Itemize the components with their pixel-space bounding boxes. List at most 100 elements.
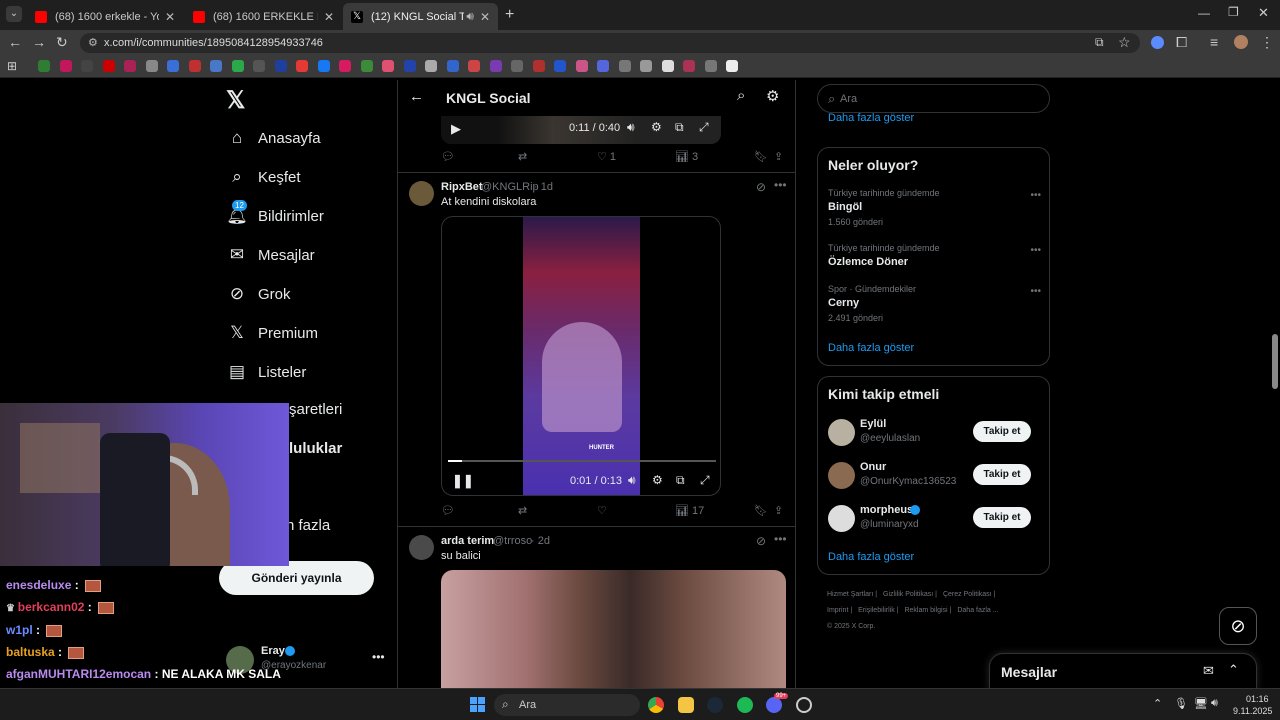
spotify-icon[interactable] <box>737 697 753 713</box>
back-arrow-icon[interactable]: ← <box>409 88 424 105</box>
more-icon[interactable]: ••• <box>1030 245 1041 256</box>
bookmark-favicon-icon[interactable] <box>38 60 50 72</box>
chrome-icon[interactable] <box>648 697 664 713</box>
bookmark-favicon-icon[interactable] <box>81 60 93 72</box>
bookmark-favicon-icon[interactable] <box>274 60 287 72</box>
grok-icon[interactable]: ⊘ <box>756 534 766 548</box>
collapse-icon[interactable]: ⌃ <box>1228 662 1239 678</box>
follow-button[interactable]: Takip et <box>973 421 1031 442</box>
bookmark-favicon-icon[interactable] <box>468 60 480 72</box>
follow-item[interactable]: morpheus @luminaryxd Takip et <box>828 503 1041 535</box>
settings-icon[interactable]: ⚙︎ <box>652 473 663 487</box>
settings-icon[interactable]: ⚙︎ <box>651 120 662 134</box>
close-window-button[interactable]: ✕ <box>1258 5 1269 21</box>
nav-item-messages[interactable]: ✉︎ Mesajlar <box>226 245 315 265</box>
follow-item[interactable]: Eylül @eeylulaslan Takip et <box>828 417 1041 449</box>
nav-item-communities[interactable]: luluklar <box>289 440 342 457</box>
bookmark-icon[interactable]: 🔖︎ <box>754 504 768 517</box>
follow-item[interactable]: Onur @OnurKymac136523 Takip et <box>828 460 1041 492</box>
post-image[interactable] <box>441 570 786 688</box>
avatar[interactable] <box>409 181 434 206</box>
bookmark-favicon-icon[interactable] <box>382 60 394 72</box>
bookmark-favicon-icon[interactable] <box>59 60 72 72</box>
close-tab-icon[interactable]: ✕ <box>480 10 490 24</box>
site-info-icon[interactable]: ⚙︎ <box>88 36 98 49</box>
avatar[interactable] <box>1234 35 1248 49</box>
bookmark-favicon-icon[interactable] <box>661 60 674 72</box>
new-tab-button[interactable]: + <box>505 6 514 24</box>
browser-tab-active[interactable]: 𝕏 (12) KNGL Social Topluluk / 🔊︎ ✕ <box>343 3 498 30</box>
avatar[interactable] <box>409 535 434 560</box>
bookmark-favicon-icon[interactable] <box>425 60 437 72</box>
clock-date[interactable]: 9.11.2025 <box>1233 706 1272 716</box>
bookmark-favicon-icon[interactable] <box>339 60 351 72</box>
video-player[interactable]: ▶ 0:11 / 0:40 🔊︎ ⚙︎ ⧉ ⤢ <box>441 116 721 144</box>
tray-chevron-icon[interactable]: ⌃ <box>1153 697 1162 710</box>
fullscreen-icon[interactable]: ⤢ <box>700 473 710 488</box>
post-button[interactable]: Gönderi yayınla <box>219 561 374 595</box>
show-more-link[interactable]: Daha fazla göster <box>828 551 914 563</box>
avatar[interactable] <box>828 462 855 489</box>
pip-icon[interactable]: ⧉ <box>676 473 685 488</box>
trend-item[interactable]: Spor · Gündemdekiler Cerny 2.491 gönderi… <box>828 284 1043 323</box>
clock-time[interactable]: 01:16 <box>1246 694 1269 704</box>
share-icon[interactable]: ⇪ <box>774 150 783 163</box>
bookmark-favicon-icon[interactable] <box>296 60 308 72</box>
search-icon[interactable]: ⌕ <box>737 87 745 104</box>
bookmark-icon[interactable]: 🔖︎ <box>754 150 768 163</box>
fullscreen-icon[interactable]: ⤢ <box>699 120 709 135</box>
more-icon[interactable]: ••• <box>1030 286 1041 297</box>
bookmark-favicon-icon[interactable] <box>210 60 222 72</box>
maximize-button[interactable]: ❐ <box>1228 5 1239 19</box>
x-logo-icon[interactable]: 𝕏 <box>226 86 245 115</box>
grok-icon[interactable]: ⊘ <box>756 180 766 194</box>
settings-icon[interactable]: ⚙︎ <box>766 87 779 105</box>
bookmark-favicon-icon[interactable] <box>102 60 115 72</box>
back-icon[interactable]: ← <box>8 34 22 50</box>
close-tab-icon[interactable]: ✕ <box>324 10 334 24</box>
bookmark-favicon-icon[interactable] <box>360 60 373 72</box>
tab-search-icon[interactable]: ⌄ <box>6 6 22 22</box>
nav-item-notifications[interactable]: 🔔︎ 12 Bildirimler <box>226 200 324 226</box>
bookmark-favicon-icon[interactable] <box>683 60 695 72</box>
network-icon[interactable]: 🖥︎ <box>1194 697 1208 710</box>
bookmark-favicon-icon[interactable] <box>597 60 609 72</box>
folder-icon[interactable] <box>678 697 694 713</box>
views-icon[interactable]: 📊︎ 17 <box>675 504 704 517</box>
nav-item-premium[interactable]: 𝕏 Premium <box>226 323 318 343</box>
avatar[interactable] <box>828 505 855 532</box>
bookmark-favicon-icon[interactable] <box>145 60 158 72</box>
bookmark-favicon-icon[interactable] <box>726 60 738 72</box>
nav-item-bookmarks[interactable]: şaretleri <box>289 401 342 418</box>
bookmark-favicon-icon[interactable] <box>554 60 566 72</box>
grok-fab[interactable]: ⊘ <box>1219 607 1257 645</box>
puzzle-icon[interactable]: ⧠ <box>1176 34 1187 51</box>
bookmark-favicon-icon[interactable] <box>575 60 588 72</box>
url-input[interactable]: ⚙︎ x.com/i/communities/18950841289549337… <box>80 33 1140 53</box>
bookmark-favicon-icon[interactable] <box>231 60 244 72</box>
install-icon[interactable]: ⧉ <box>1095 35 1104 50</box>
trend-item[interactable]: Türkiye tarihinde gündemde Özlemce Döner… <box>828 243 1043 268</box>
nav-item-home[interactable]: ⌂ Anasayfa <box>226 128 321 148</box>
share-icon[interactable]: ⇪ <box>774 504 783 517</box>
post[interactable]: arda terim @trroso · 2d ⊘ ••• su balici <box>398 527 795 688</box>
speaker-icon[interactable]: 🔊︎ <box>466 9 474 24</box>
post-handle[interactable]: @trroso <box>493 535 532 547</box>
bookmark-favicon-icon[interactable] <box>167 60 179 72</box>
reply-icon[interactable]: 💬︎ <box>441 504 455 517</box>
bookmark-favicon-icon[interactable] <box>704 60 717 72</box>
bookmark-favicon-icon[interactable] <box>446 60 459 72</box>
nav-item-explore[interactable]: ⌕ Keşfet <box>226 167 300 187</box>
menu-icon[interactable]: ⋮ <box>1260 34 1274 51</box>
pause-icon[interactable]: ❚❚ <box>452 473 474 489</box>
discord-icon[interactable] <box>766 697 782 713</box>
bookmark-favicon-icon[interactable] <box>532 60 545 72</box>
minimize-button[interactable]: — <box>1198 6 1210 20</box>
reply-icon[interactable]: 💬︎ <box>441 150 455 163</box>
post-author[interactable]: RipxBet <box>441 181 483 193</box>
nav-item-more[interactable]: n fazla <box>286 517 330 534</box>
pip-icon[interactable]: ⧉ <box>675 120 684 135</box>
post-handle[interactable]: @KNGLRip <box>481 181 539 193</box>
trend-item[interactable]: Türkiye tarihinde gündemde Bingöl 1.560 … <box>828 188 1043 227</box>
volume-icon[interactable]: 🔊︎ <box>627 120 635 135</box>
